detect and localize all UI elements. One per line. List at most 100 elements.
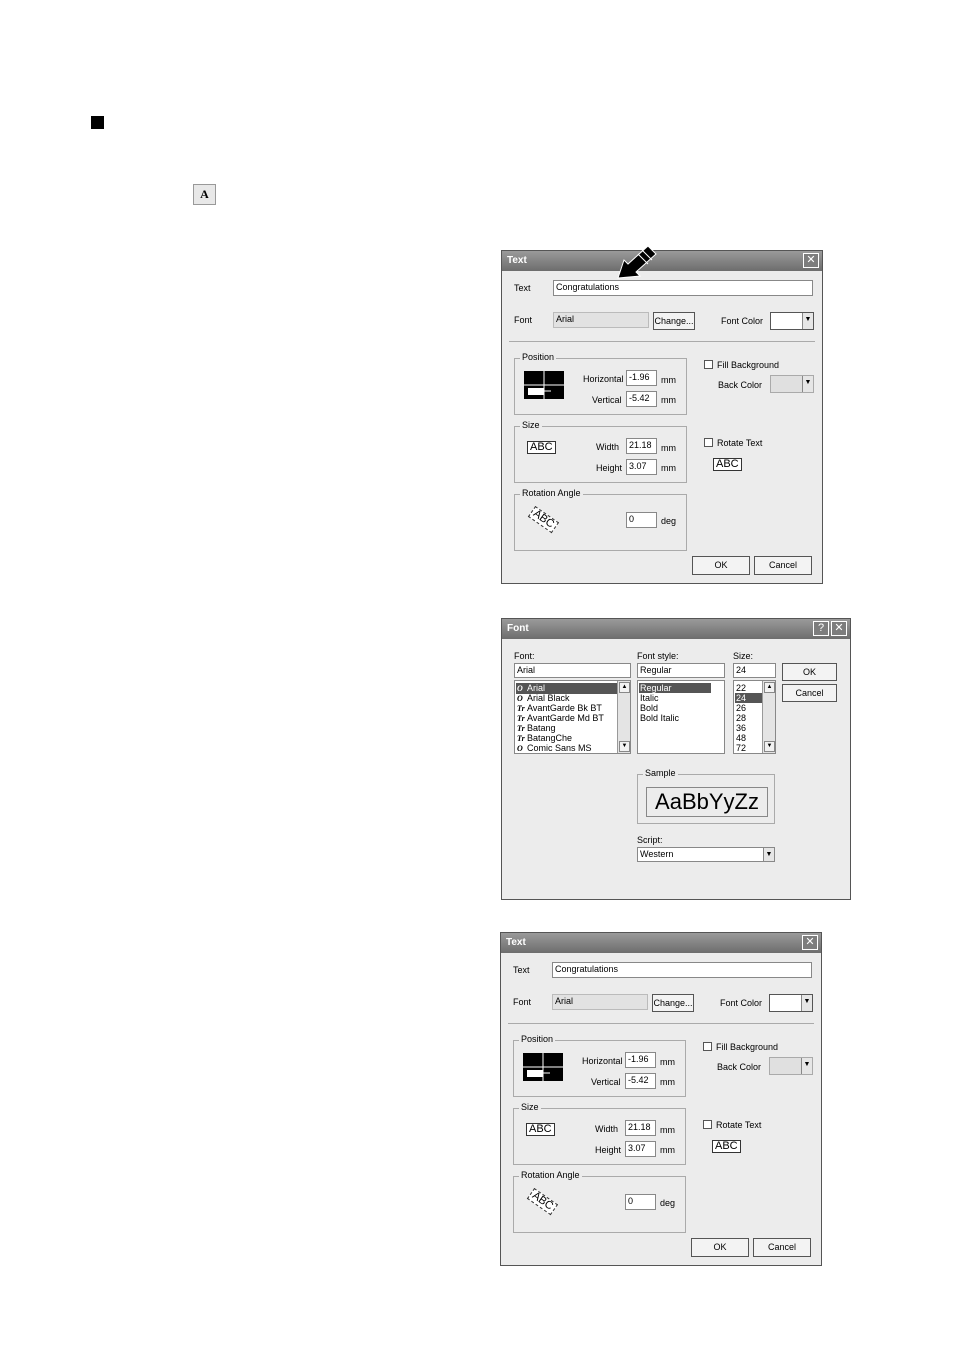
list-item-label: Bold — [640, 703, 659, 713]
horizontal-input[interactable]: -1.96 — [625, 1052, 656, 1068]
rotation-input[interactable]: 0 — [625, 1194, 656, 1210]
list-item[interactable]: 72 — [736, 743, 746, 753]
cancel-button[interactable]: Cancel — [782, 684, 837, 702]
list-item-label: Arial Black — [527, 693, 570, 703]
fill-background-label: Fill Background — [716, 1042, 779, 1052]
list-item-label: 36 — [736, 723, 747, 733]
list-item[interactable]: 36 — [736, 723, 746, 733]
font-label: Font — [514, 315, 533, 325]
font-input[interactable]: Arial — [514, 663, 631, 678]
font-style-list[interactable]: Regular Italic Bold Bold Italic — [637, 680, 725, 754]
vertical-unit: mm — [660, 1077, 675, 1087]
rotate-text-checkbox[interactable] — [703, 1120, 712, 1129]
ok-button[interactable]: OK — [691, 1238, 749, 1257]
help-icon[interactable]: ? — [813, 621, 829, 636]
size-group: Size ABC Width 21.18 mm Height 3.07 mm — [513, 1102, 686, 1165]
vertical-input[interactable]: -5.42 — [625, 1073, 656, 1089]
ok-button[interactable]: OK — [782, 663, 837, 681]
size-group-label: Size — [520, 420, 542, 430]
text-dialog: Text ✕ Text Congratulations Font Arial C… — [501, 250, 823, 584]
separator — [509, 341, 815, 342]
size-icon: ABC — [526, 1123, 555, 1136]
list-item-label: Bold Italic — [640, 713, 680, 723]
scroll-up-icon[interactable]: ▲ — [619, 682, 630, 693]
list-item[interactable]: 24 — [735, 693, 762, 703]
height-label: Height — [596, 463, 623, 473]
position-icon — [524, 371, 564, 399]
font-color-label: Font Color — [721, 316, 764, 326]
vertical-label: Vertical — [591, 1077, 621, 1087]
position-group: Position Horizontal -1.96 mm Vertical -5… — [513, 1034, 686, 1097]
width-unit: mm — [660, 1125, 675, 1135]
sample-group: Sample AaBbYyZz — [637, 768, 775, 824]
close-icon[interactable]: ✕ — [802, 935, 818, 950]
close-icon[interactable]: ✕ — [803, 253, 819, 268]
change-font-button[interactable]: Change... — [653, 312, 695, 330]
list-item[interactable]: Bold Italic — [640, 713, 679, 723]
height-input[interactable]: 3.07 — [625, 1141, 656, 1157]
scroll-down-icon[interactable]: ▼ — [764, 741, 775, 752]
cancel-button[interactable]: Cancel — [754, 556, 812, 575]
height-input[interactable]: 3.07 — [626, 459, 657, 475]
position-icon — [523, 1053, 563, 1081]
list-item[interactable]: Italic — [640, 693, 659, 703]
text-input[interactable]: Congratulations — [553, 280, 813, 296]
width-input[interactable]: 21.18 — [625, 1120, 656, 1136]
chevron-down-icon: ▼ — [801, 995, 812, 1011]
size-list[interactable]: 22 24 26 28 36 48 72 ▲ ▼ — [733, 680, 776, 754]
list-item[interactable]: Bold — [640, 703, 658, 713]
font-color-picker[interactable]: ▼ — [770, 312, 814, 330]
width-input[interactable]: 21.18 — [626, 438, 657, 454]
scrollbar[interactable]: ▲ ▼ — [762, 681, 775, 753]
list-item[interactable]: 48 — [736, 733, 746, 743]
scroll-up-icon[interactable]: ▲ — [764, 682, 775, 693]
size-input[interactable]: 24 — [733, 663, 776, 678]
width-unit: mm — [661, 443, 676, 453]
dialog-title: Text — [506, 937, 526, 948]
fill-background-checkbox[interactable] — [704, 360, 713, 369]
scroll-down-icon[interactable]: ▼ — [619, 741, 630, 752]
list-item[interactable]: Regular — [639, 683, 711, 693]
list-item-label: 26 — [736, 703, 747, 713]
list-item[interactable]: 26 — [736, 703, 746, 713]
font-color-picker[interactable]: ▼ — [769, 994, 813, 1012]
title-bar: Text — [501, 933, 821, 953]
vertical-input[interactable]: -5.42 — [626, 391, 657, 407]
rotation-icon: ABC — [527, 505, 559, 534]
list-item-label: Italic — [640, 693, 659, 703]
title-bar: Font — [502, 619, 850, 639]
horizontal-input[interactable]: -1.96 — [626, 370, 657, 386]
list-item-label: 48 — [736, 733, 747, 743]
horizontal-label: Horizontal — [583, 374, 624, 384]
rotation-icon: ABC — [526, 1187, 558, 1216]
text-dialog-2: Text ✕ Text Congratulations Font Arial C… — [500, 932, 822, 1266]
rotation-group-label: Rotation Angle — [520, 488, 583, 498]
script-label: Script: — [637, 835, 663, 845]
chevron-down-icon: ▼ — [801, 1058, 812, 1074]
fill-background-checkbox[interactable] — [703, 1042, 712, 1051]
list-item[interactable]: 28 — [736, 713, 746, 723]
title-bar: Text — [502, 251, 822, 271]
rotation-group: Rotation Angle ABC 0 deg — [513, 1170, 686, 1233]
script-select[interactable]: Western ▼ — [637, 847, 775, 862]
list-item[interactable]: O Comic Sans MS — [517, 743, 592, 753]
font-style-input[interactable]: Regular — [637, 663, 725, 678]
vertical-unit: mm — [661, 395, 676, 405]
rotation-input[interactable]: 0 — [626, 512, 657, 528]
close-icon[interactable]: ✕ — [831, 621, 847, 636]
text-input[interactable]: Congratulations — [552, 962, 812, 978]
rotate-text-checkbox[interactable] — [704, 438, 713, 447]
horizontal-unit: mm — [661, 375, 676, 385]
cancel-button[interactable]: Cancel — [753, 1238, 811, 1257]
scrollbar[interactable]: ▲ ▼ — [617, 681, 630, 753]
change-font-button[interactable]: Change... — [652, 994, 694, 1012]
list-item-label: Comic Sans MS — [527, 743, 592, 753]
font-list[interactable]: O Arial O Arial Black Tr AvantGarde Bk BT Tr Av… — [514, 680, 631, 754]
ok-button[interactable]: OK — [692, 556, 750, 575]
text-tool-icon[interactable]: A — [193, 184, 216, 205]
list-item[interactable]: 22 — [736, 683, 746, 693]
horizontal-unit: mm — [660, 1057, 675, 1067]
rotation-group-label: Rotation Angle — [519, 1170, 582, 1180]
list-item-label: 72 — [736, 743, 747, 753]
text-label: Text — [513, 965, 530, 975]
